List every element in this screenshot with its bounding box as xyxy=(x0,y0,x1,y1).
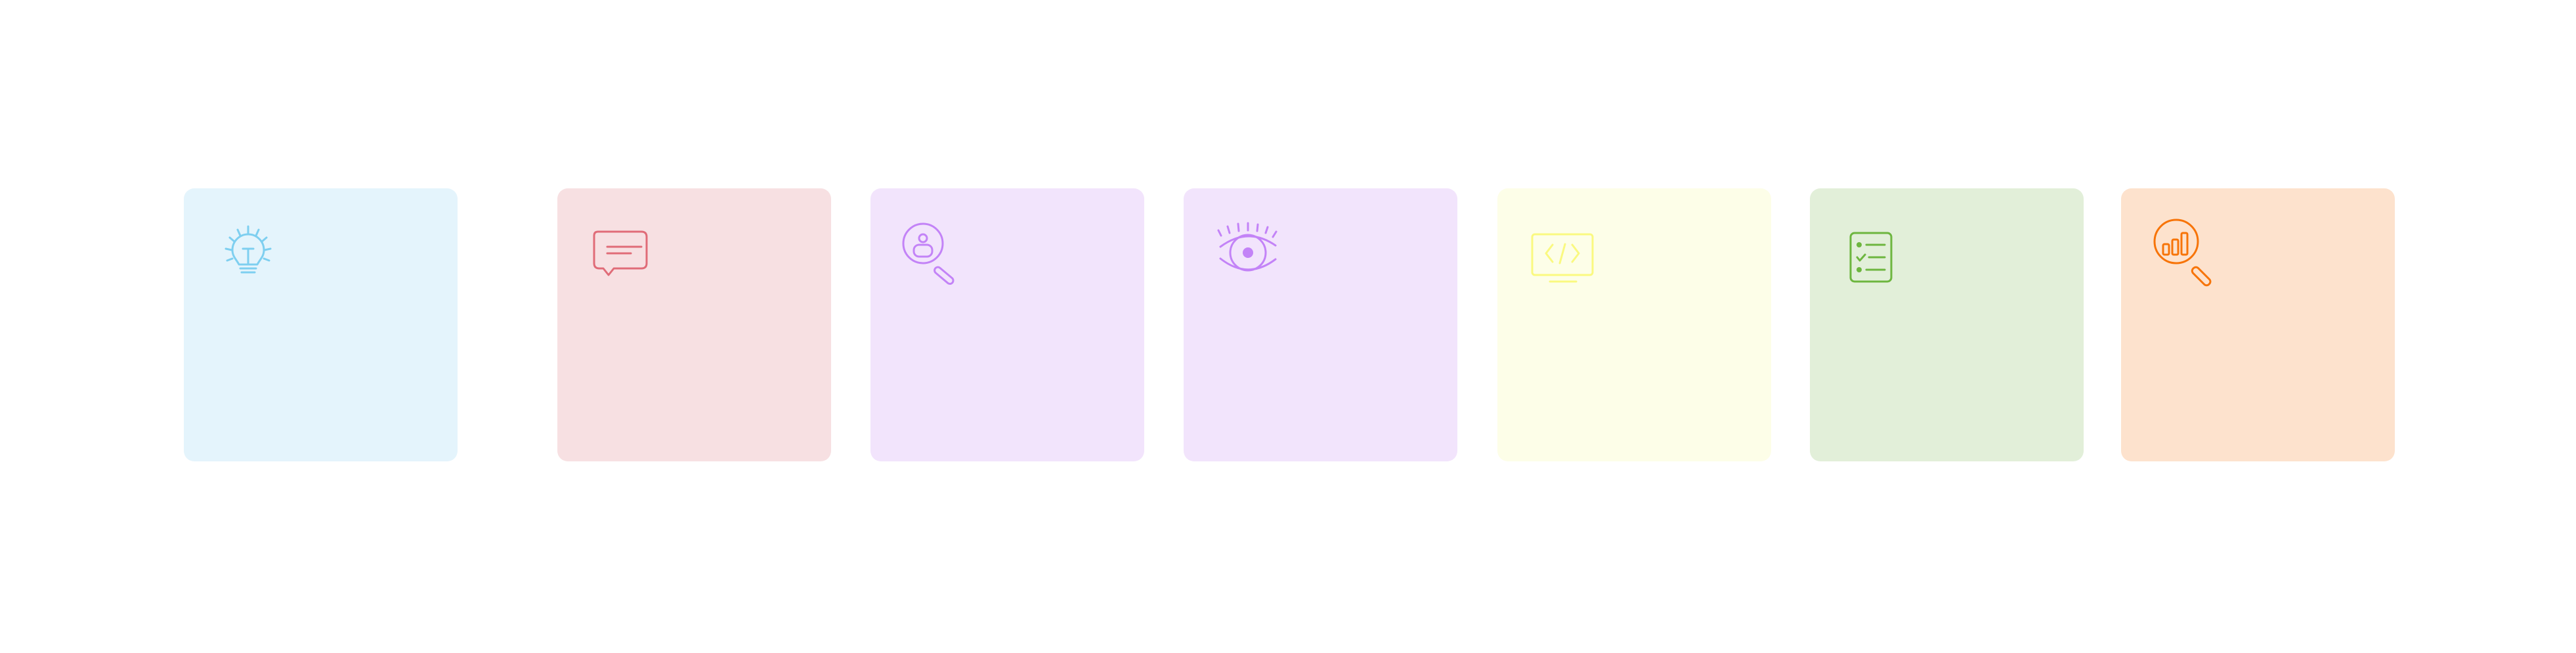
chat-bubble-icon xyxy=(589,222,655,288)
checklist-icon xyxy=(1841,222,1907,288)
card-lightbulb[interactable] xyxy=(184,188,458,461)
card-row-canvas xyxy=(0,0,2576,653)
card-eye[interactable] xyxy=(1184,188,1457,461)
user-search-icon xyxy=(902,222,968,288)
lightbulb-icon xyxy=(215,222,281,288)
chart-search-icon xyxy=(2153,219,2218,288)
card-checklist[interactable] xyxy=(1810,188,2084,461)
card-chat[interactable] xyxy=(557,188,831,461)
eye-icon xyxy=(1215,222,1281,288)
code-monitor-icon xyxy=(1529,222,1595,288)
card-analytics[interactable] xyxy=(2121,188,2395,461)
card-user-search[interactable] xyxy=(870,188,1144,461)
card-code[interactable] xyxy=(1497,188,1771,461)
